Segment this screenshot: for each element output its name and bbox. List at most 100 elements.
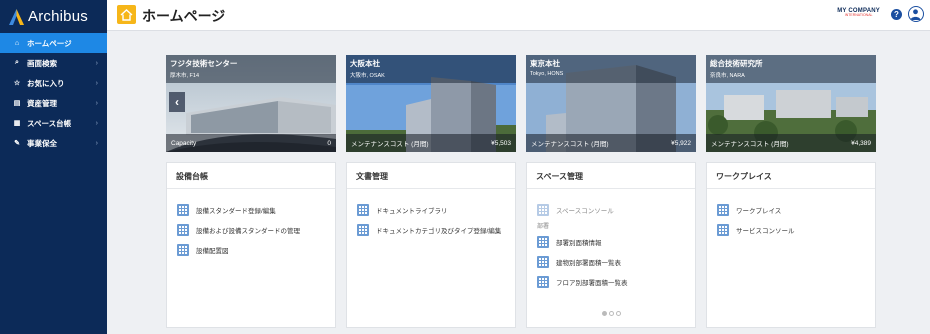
star-icon: ☆ [13, 80, 21, 87]
card-equipment-register: 設備台帳 設備スタンダード登録/編集 設備および設備スタンダードの管理 設備配置… [166, 162, 336, 328]
sidebar-item-space-register[interactable]: ▦ スペース台帳 › [0, 113, 107, 133]
card-title: 設備台帳 [167, 163, 335, 189]
chevron-right-icon: › [95, 79, 98, 87]
page-dot[interactable] [608, 311, 614, 316]
card-link[interactable]: ドキュメントライブラリ [357, 200, 515, 220]
building-tile[interactable]: 総合技術研究所 奈良市, NARA メンテナンスコスト (月間) ¥4,389 [706, 55, 876, 152]
tile-header: フジタ技術センター 厚木市, F14 [166, 55, 336, 83]
tile-header: 東京本社 Tokyo, HONS [526, 55, 696, 83]
sidebar-item-search[interactable]: ⌕ 画面検索 › [0, 53, 107, 73]
grid-icon [537, 276, 549, 288]
sidebar-item-label: 画面検索 [27, 58, 57, 68]
page-header: ホームページ MY COMPANY INTERNATIONAL ? [107, 0, 930, 31]
card-link[interactable]: フロア別部署面積一覧表 [537, 272, 695, 292]
tile-metric-label: メンテナンスコスト (月間) [351, 141, 429, 148]
tile-header: 総合技術研究所 奈良市, NARA [706, 55, 876, 83]
tile-metric-value: ¥5,503 [491, 139, 511, 147]
archibus-logo-icon [9, 8, 24, 25]
grid-icon [717, 204, 729, 216]
tile-footer: Capacity 0 [166, 134, 336, 152]
chevron-right-icon: › [95, 59, 98, 67]
page-dot[interactable] [601, 311, 607, 316]
card-link[interactable]: スペースコンソール [537, 200, 695, 220]
tile-name: 総合技術研究所 [710, 59, 763, 68]
card-link-label: スペースコンソール [556, 208, 614, 215]
grid-icon [357, 204, 369, 216]
building-tile[interactable]: 大阪本社 大阪市, OSAK メンテナンスコスト (月間) ¥5,503 [346, 55, 516, 152]
card-link[interactable]: 建物別部署面積一覧表 [537, 252, 695, 272]
card-link-label: ドキュメントライブラリ [376, 208, 448, 215]
card-link-label: 建物別部署面積一覧表 [556, 260, 621, 267]
card-title: ワークプレイス [707, 163, 875, 189]
card-link-label: 部署別面積情報 [556, 240, 602, 247]
tile-location: 奈良市, NARA [710, 73, 745, 79]
sidebar-item-asset-management[interactable]: ▤ 資産管理 › [0, 93, 107, 113]
tile-location: 厚木市, F14 [170, 73, 200, 79]
sidebar: Archibus ⌂ ホームページ ⌕ 画面検索 › ☆ お気に入り › ▤ 資… [0, 0, 107, 334]
tile-name: 大阪本社 [350, 59, 380, 68]
card-link-label: 設備および設備スタンダードの管理 [196, 228, 300, 235]
tile-footer: メンテナンスコスト (月間) ¥4,389 [706, 134, 876, 152]
card-document-management: 文書管理 ドキュメントライブラリ ドキュメントカテゴリ及びタイプ登録/編集 [346, 162, 516, 328]
sidebar-item-label: お気に入り [27, 78, 65, 88]
card-link[interactable]: ワークプレイス [717, 200, 875, 220]
app-logo[interactable]: Archibus [0, 0, 107, 33]
help-icon[interactable]: ? [891, 9, 902, 20]
card-workplace: ワークプレイス ワークプレイス サービスコンソール [706, 162, 876, 328]
table-icon: ▦ [13, 120, 21, 127]
card-link[interactable]: ドキュメントカテゴリ及びタイプ登録/編集 [357, 220, 515, 240]
card-link-label: 設備配置図 [196, 248, 229, 255]
home-icon: ⌂ [14, 39, 20, 47]
card-title: スペース管理 [527, 163, 695, 189]
grid-icon [537, 256, 549, 268]
card-link-label: フロア別部署面積一覧表 [556, 280, 628, 287]
app-name: Archibus [28, 8, 88, 25]
search-icon: ⌕ [15, 59, 19, 66]
card-link[interactable]: サービスコンソール [717, 220, 875, 240]
page-dot[interactable] [615, 311, 621, 316]
company-sub: INTERNATIONAL [844, 13, 873, 17]
tile-header: 大阪本社 大阪市, OSAK [346, 55, 516, 83]
tile-name: 東京本社 [530, 59, 560, 68]
grid-icon [537, 204, 549, 216]
tile-metric-value: ¥5,922 [671, 139, 691, 147]
card-link[interactable]: 設備スタンダード登録/編集 [177, 200, 335, 220]
sidebar-item-maintenance[interactable]: ✎ 事業保全 › [0, 133, 107, 153]
sidebar-item-favorites[interactable]: ☆ お気に入り › [0, 73, 107, 93]
user-avatar-icon[interactable] [908, 6, 924, 22]
grid-icon [537, 236, 549, 248]
card-space-management: スペース管理 スペースコンソール 部署 部署別面積情報 建物別部署面積一覧表 フ… [526, 162, 696, 328]
section-label: 部署 [537, 224, 550, 230]
card-title: 文書管理 [347, 163, 515, 189]
grid-icon [177, 244, 189, 256]
tile-metric-value: 0 [327, 139, 331, 147]
sidebar-item-home[interactable]: ⌂ ホームページ [0, 33, 107, 53]
grid-icon [177, 204, 189, 216]
sidebar-item-label: スペース台帳 [27, 118, 72, 128]
tile-location: 大阪市, OSAK [350, 73, 385, 79]
chevron-right-icon: › [95, 139, 98, 147]
home-badge-icon [117, 5, 136, 24]
sidebar-nav: ⌂ ホームページ ⌕ 画面検索 › ☆ お気に入り › ▤ 資産管理 › ▦ ス… [0, 33, 107, 153]
tile-footer: メンテナンスコスト (月間) ¥5,922 [526, 134, 696, 152]
card-link[interactable]: 設備配置図 [177, 240, 335, 260]
card-link-label: ワークプレイス [736, 208, 782, 215]
document-icon: ▤ [13, 100, 21, 107]
sidebar-item-label: 資産管理 [27, 98, 57, 108]
carousel-prev-button[interactable]: ‹ [169, 92, 185, 112]
card-link-label: サービスコンソール [736, 228, 795, 235]
tile-metric-value: ¥4,389 [851, 139, 871, 147]
card-link-label: 設備スタンダード登録/編集 [196, 208, 276, 215]
tile-footer: メンテナンスコスト (月間) ¥5,503 [346, 134, 516, 152]
grid-icon [177, 224, 189, 236]
building-tile[interactable]: 東京本社 Tokyo, HONS メンテナンスコスト (月間) ¥5,922 [526, 55, 696, 152]
tile-metric-label: メンテナンスコスト (月間) [711, 141, 789, 148]
tile-location: Tokyo, HONS [530, 71, 564, 77]
grid-icon [357, 224, 369, 236]
grid-icon [717, 224, 729, 236]
sidebar-item-label: 事業保全 [27, 138, 57, 148]
building-tile[interactable]: フジタ技術センター 厚木市, F14 ‹ Capacity 0 [166, 55, 336, 152]
card-link[interactable]: 部署別面積情報 [537, 232, 695, 252]
tile-metric-label: Capacity [171, 139, 197, 147]
card-link[interactable]: 設備および設備スタンダードの管理 [177, 220, 335, 240]
